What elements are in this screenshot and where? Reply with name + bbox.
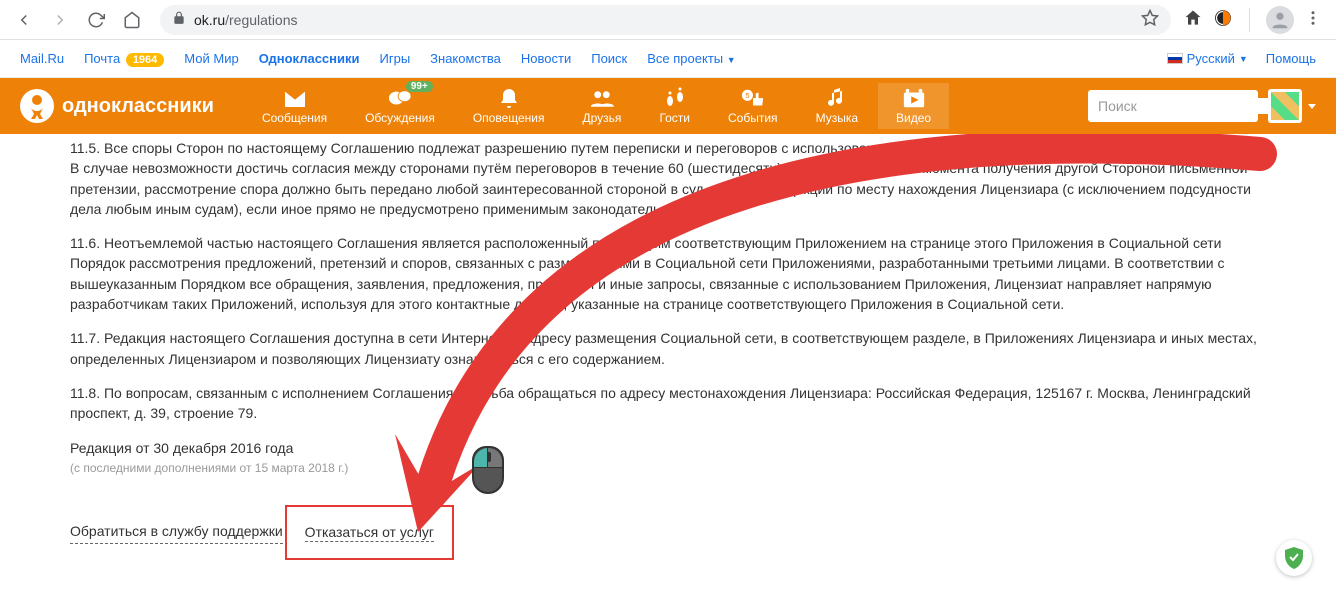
video-icon xyxy=(902,87,926,111)
portal-link-mymir[interactable]: Мой Мир xyxy=(184,51,238,66)
ok-nav-guests[interactable]: Гости xyxy=(641,83,708,129)
language-selector[interactable]: Русский ▼ xyxy=(1167,51,1248,66)
portal-link-search[interactable]: Поиск xyxy=(591,51,627,66)
ok-nav-notifications[interactable]: Оповещения xyxy=(455,83,563,129)
footprints-icon xyxy=(663,87,687,111)
mail-badge: 1964 xyxy=(126,53,164,67)
discussions-badge: 99+ xyxy=(406,81,433,92)
forward-button[interactable] xyxy=(44,4,76,36)
ok-nav-music[interactable]: Музыка xyxy=(798,83,876,129)
extension-swirl-icon[interactable] xyxy=(1213,8,1233,31)
flag-ru-icon xyxy=(1167,53,1183,64)
profile-avatar[interactable] xyxy=(1266,6,1294,34)
ok-search-area xyxy=(1088,89,1316,123)
mail-icon xyxy=(283,87,307,111)
portal-link-mail[interactable]: Почта 1964 xyxy=(84,51,164,66)
address-bar[interactable]: ok.ru/regulations xyxy=(160,5,1171,35)
ok-logo[interactable]: одноклассники xyxy=(20,89,214,123)
portal-nav: Mail.Ru Почта 1964 Мой Мир Одноклассники… xyxy=(0,40,1336,78)
bookmark-star-icon[interactable] xyxy=(1141,9,1159,30)
bell-icon xyxy=(497,87,521,111)
ok-logo-icon xyxy=(20,89,54,123)
paragraph-11-6: 11.6. Неотъемлемой частью настоящего Сог… xyxy=(70,233,1266,314)
revision-addendum: (с последними дополнениями от 15 марта 2… xyxy=(70,460,1266,477)
search-input[interactable] xyxy=(1098,98,1279,114)
home-button[interactable] xyxy=(116,4,148,36)
music-icon xyxy=(825,87,849,111)
ok-brand-text: одноклассники xyxy=(62,95,214,118)
portal-link-news[interactable]: Новости xyxy=(521,51,571,66)
svg-text:5: 5 xyxy=(745,91,749,100)
portal-link-dating[interactable]: Знакомства xyxy=(430,51,501,66)
ok-nav: Сообщения 99+Обсуждения Оповещения Друзь… xyxy=(244,83,949,129)
portal-link-mailru[interactable]: Mail.Ru xyxy=(20,51,64,66)
ok-header: одноклассники Сообщения 99+Обсуждения Оп… xyxy=(0,78,1336,134)
ok-avatar xyxy=(1268,89,1302,123)
paragraph-11-7: 11.7. Редакция настоящего Соглашения дос… xyxy=(70,328,1266,369)
ok-profile-menu[interactable] xyxy=(1268,89,1316,123)
help-link[interactable]: Помощь xyxy=(1266,51,1316,66)
ok-nav-friends[interactable]: Друзья xyxy=(565,83,640,129)
paragraph-11-8: 11.8. По вопросам, связанным с исполнени… xyxy=(70,383,1266,424)
browser-toolbar: ok.ru/regulations xyxy=(0,0,1336,40)
back-button[interactable] xyxy=(8,4,40,36)
browser-right-controls xyxy=(1183,6,1328,34)
browser-menu-button[interactable] xyxy=(1304,9,1322,30)
ok-nav-events[interactable]: 5События xyxy=(710,83,796,129)
portal-link-odnoklassniki[interactable]: Одноклассники xyxy=(259,51,360,66)
ok-nav-messages[interactable]: Сообщения xyxy=(244,83,345,129)
people-icon xyxy=(590,87,614,111)
mouse-cursor-annotation xyxy=(472,446,504,494)
extension-home-icon[interactable] xyxy=(1183,8,1203,31)
portal-link-all-projects[interactable]: Все проекты ▼ xyxy=(647,51,735,66)
refuse-services-link[interactable]: Отказаться от услуг xyxy=(305,524,434,542)
paragraph-11-5: 11.5. Все споры Сторон по настоящему Сог… xyxy=(70,138,1266,219)
ok-nav-discussions[interactable]: 99+Обсуждения xyxy=(347,83,453,129)
thumb-icon: 5 xyxy=(741,87,765,111)
action-links: Обратиться в службу поддержки Отказаться… xyxy=(70,505,1266,559)
portal-link-games[interactable]: Игры xyxy=(380,51,411,66)
reload-button[interactable] xyxy=(80,4,112,36)
lock-icon xyxy=(172,11,186,28)
regulations-content: 11.5. Все споры Сторон по настоящему Сог… xyxy=(0,134,1336,560)
ok-nav-video[interactable]: Видео xyxy=(878,83,949,129)
divider xyxy=(1249,8,1250,32)
support-link[interactable]: Обратиться в службу поддержки xyxy=(70,521,283,543)
highlight-box: Отказаться от услуг xyxy=(285,505,454,559)
security-shield-badge[interactable] xyxy=(1276,540,1312,576)
url-text: ok.ru/regulations xyxy=(194,12,298,28)
chevron-down-icon xyxy=(1308,104,1316,109)
revision-date: Редакция от 30 декабря 2016 года xyxy=(70,438,1266,458)
ok-search-box[interactable] xyxy=(1088,90,1258,122)
